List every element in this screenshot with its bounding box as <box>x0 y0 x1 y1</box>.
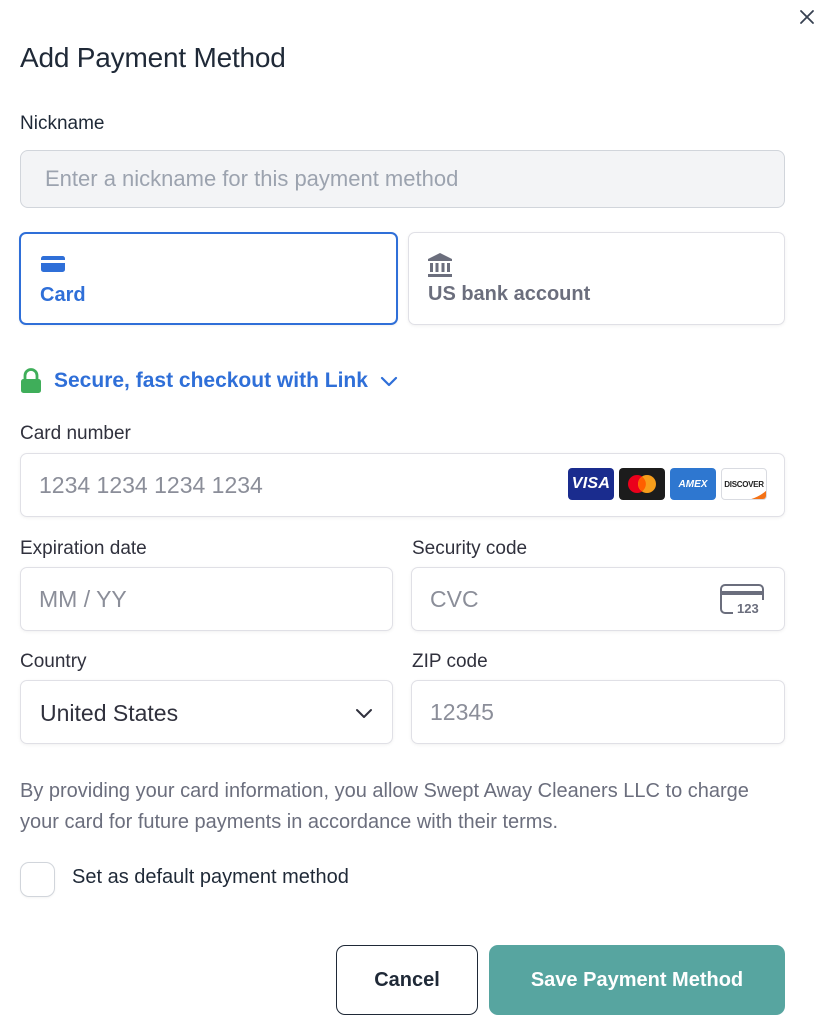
link-checkout-toggle[interactable]: Secure, fast checkout with Link <box>20 368 398 394</box>
zip-code-label: ZIP code <box>412 651 488 672</box>
discover-logo: DISCOVER <box>721 468 767 500</box>
visa-logo: VISA <box>568 468 614 500</box>
bank-icon <box>428 253 452 277</box>
zip-code-input[interactable] <box>411 680 785 744</box>
default-payment-checkbox[interactable] <box>20 862 55 897</box>
dialog-title: Add Payment Method <box>20 42 286 73</box>
tab-us-bank-account[interactable]: US bank account <box>408 232 785 325</box>
cvc-icon-text: 123 <box>737 601 759 616</box>
save-payment-method-button[interactable]: Save Payment Method <box>489 945 785 1015</box>
cancel-button[interactable]: Cancel <box>336 945 478 1015</box>
lock-icon <box>21 368 41 393</box>
close-icon <box>800 10 814 24</box>
tab-card[interactable]: Card <box>19 232 398 325</box>
chevron-down-icon <box>356 709 372 718</box>
close-button[interactable] <box>796 6 818 28</box>
expiration-label: Expiration date <box>20 538 147 559</box>
mastercard-logo <box>619 468 665 500</box>
tab-card-label: Card <box>40 284 86 306</box>
credit-card-icon <box>41 256 65 272</box>
cvc-card-icon: 123 <box>720 584 765 616</box>
chevron-down-icon <box>380 376 398 387</box>
tab-bank-label: US bank account <box>428 283 591 305</box>
link-checkout-text: Secure, fast checkout with Link <box>54 369 368 392</box>
nickname-input[interactable] <box>20 150 785 208</box>
security-code-label: Security code <box>412 538 528 559</box>
default-payment-label: Set as default payment method <box>72 866 349 888</box>
amex-logo: AMEX <box>670 468 716 500</box>
country-label: Country <box>20 651 87 672</box>
card-brand-logos: VISA AMEX DISCOVER <box>568 468 767 500</box>
nickname-label: Nickname <box>20 113 105 134</box>
authorization-disclaimer: By providing your card information, you … <box>20 780 749 833</box>
country-select-value: United States <box>40 700 179 726</box>
expiration-input[interactable] <box>20 567 393 631</box>
card-number-label: Card number <box>20 423 131 444</box>
country-select[interactable]: United States <box>20 680 393 744</box>
discover-logo-text: DISCOVER <box>724 479 764 489</box>
